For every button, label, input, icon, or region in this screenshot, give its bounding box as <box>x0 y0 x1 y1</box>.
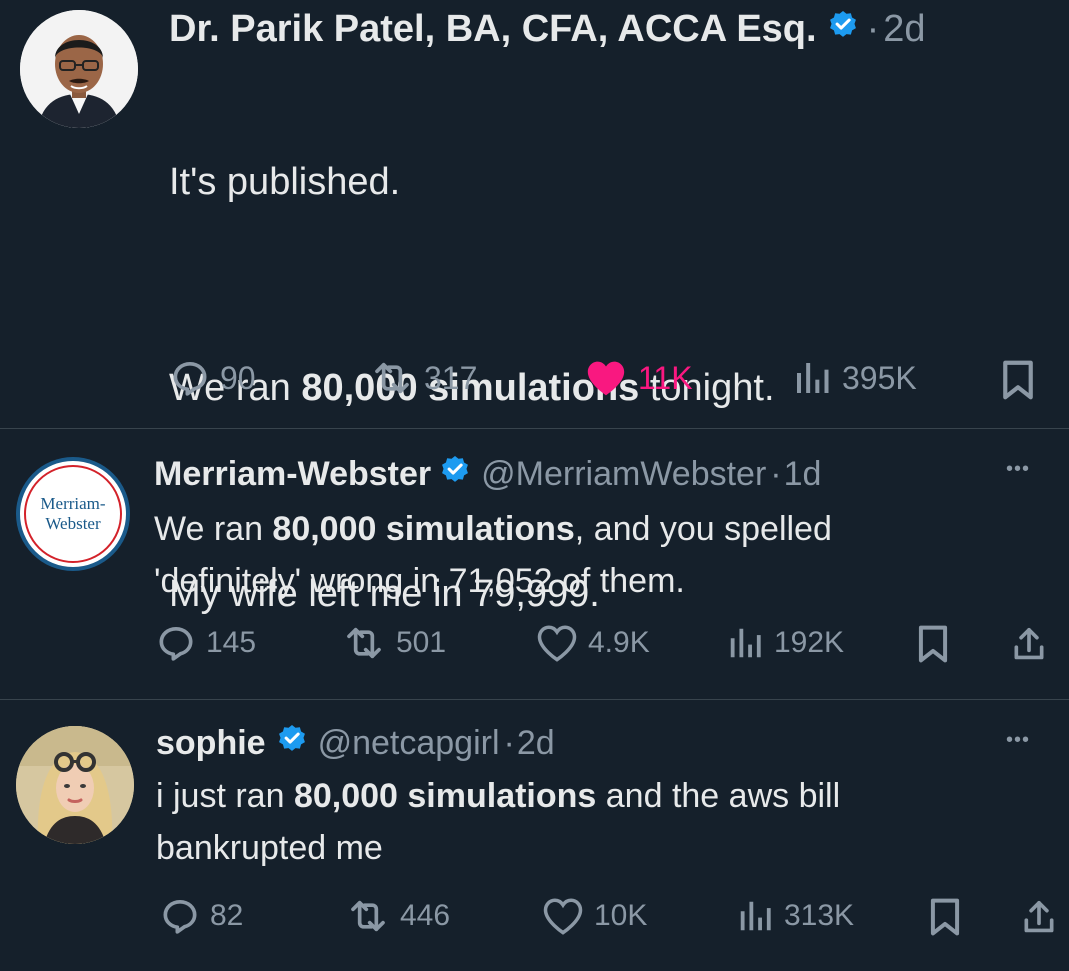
tweet-parik-patel[interactable]: Dr. Parik Patel, BA, CFA, ACCA Esq. · 2d… <box>0 0 1069 615</box>
verified-badge-icon <box>276 723 308 764</box>
repost-button[interactable]: 501 <box>342 623 446 663</box>
timestamp[interactable]: 2d <box>883 8 925 51</box>
views-icon <box>797 363 829 393</box>
like-button[interactable]: 10K <box>542 896 647 936</box>
share-icon <box>1014 627 1044 660</box>
like-button[interactable]: 11K <box>584 358 693 398</box>
tweet-text-line: It's published. <box>169 161 401 203</box>
like-icon <box>537 625 577 662</box>
share-button[interactable] <box>1010 623 1048 665</box>
tweet-sophie[interactable]: sophie @netcapgirl · 2d ••• i just ran 8… <box>0 700 1069 971</box>
separator: · <box>866 7 880 50</box>
tweet-actions: 82 446 10K 313K <box>0 888 1069 948</box>
views-icon <box>740 901 771 931</box>
like-icon <box>543 898 583 935</box>
bookmark-icon <box>1003 360 1033 400</box>
views-button[interactable]: 192K <box>726 623 844 663</box>
repost-count: 317 <box>424 359 478 396</box>
share-button[interactable] <box>1020 896 1058 938</box>
tweet-merriam-webster[interactable]: Merriam- Webster Merriam-Webster @Merria… <box>0 429 1069 699</box>
verified-badge-icon <box>827 8 859 51</box>
reply-count: 145 <box>206 626 257 659</box>
author-name[interactable]: Dr. Parik Patel, BA, CFA, ACCA Esq. <box>169 8 817 51</box>
repost-count: 446 <box>400 899 451 932</box>
repost-button[interactable]: 446 <box>346 896 450 936</box>
reply-icon <box>159 627 193 661</box>
like-count: 4.9K <box>588 626 650 659</box>
avatar-parik-patel[interactable] <box>20 10 138 128</box>
repost-button[interactable]: 317 <box>370 358 477 398</box>
bookmark-button[interactable] <box>998 358 1038 402</box>
tweet-text: i just ran 80,000 simulations and the aw… <box>156 777 841 867</box>
reply-count: 82 <box>210 899 244 932</box>
views-icon <box>730 628 761 658</box>
like-button[interactable]: 4.9K <box>536 623 650 663</box>
avatar-sophie[interactable] <box>16 726 134 844</box>
timestamp[interactable]: 2d <box>517 724 555 763</box>
author-name[interactable]: sophie <box>156 724 266 763</box>
verified-badge-icon <box>439 454 471 495</box>
avatar-logo-text: Merriam- Webster <box>20 494 126 534</box>
reply-button[interactable]: 90 <box>170 358 256 398</box>
tweet-text: We ran 80,000 simulations, and you spell… <box>154 510 832 600</box>
bookmark-button[interactable] <box>926 896 964 938</box>
more-options-button[interactable]: ••• <box>1006 730 1030 750</box>
avatar-merriam-webster[interactable]: Merriam- Webster <box>16 457 130 571</box>
author-name[interactable]: Merriam-Webster <box>154 455 431 494</box>
share-icon <box>1024 900 1054 933</box>
separator: · <box>503 723 515 762</box>
reply-button[interactable]: 82 <box>160 896 243 936</box>
avatar-portrait-icon <box>20 10 138 128</box>
author-handle[interactable]: @netcapgirl <box>318 724 500 763</box>
reply-icon <box>163 900 197 934</box>
bookmark-icon <box>930 898 960 936</box>
views-button[interactable]: 313K <box>736 896 854 936</box>
repost-icon <box>375 362 409 394</box>
repost-icon <box>347 627 381 659</box>
avatar-logo-line: Merriam- <box>40 494 106 513</box>
avatar-logo-line: Webster <box>45 514 101 533</box>
like-count: 11K <box>638 359 693 396</box>
tweet-actions: 90 317 11K 395K <box>0 350 1069 410</box>
repost-count: 501 <box>396 626 447 659</box>
tweet-actions: 145 501 4.9K 192K <box>0 615 1069 675</box>
reply-count: 90 <box>220 359 256 396</box>
like-count: 10K <box>594 899 648 932</box>
tweet-header: sophie @netcapgirl · 2d <box>156 720 555 766</box>
avatar-portrait-icon <box>16 726 134 844</box>
avatar-logo: Merriam- Webster <box>20 461 126 567</box>
tweet-header: Merriam-Webster @MerriamWebster · 1d <box>154 451 821 497</box>
views-button[interactable]: 395K <box>792 358 917 398</box>
bookmark-button[interactable] <box>914 623 952 665</box>
author-handle[interactable]: @MerriamWebster <box>481 455 766 494</box>
views-count: 395K <box>842 359 917 396</box>
repost-icon <box>351 900 385 932</box>
reply-button[interactable]: 145 <box>156 623 256 663</box>
reply-icon <box>173 362 207 396</box>
more-options-button[interactable]: ••• <box>1006 459 1030 479</box>
tweet-header: Dr. Parik Patel, BA, CFA, ACCA Esq. · 2d <box>169 4 926 54</box>
like-icon <box>587 361 625 396</box>
views-count: 192K <box>774 626 845 659</box>
timestamp[interactable]: 1d <box>784 455 822 494</box>
bookmark-icon <box>918 625 948 663</box>
separator: · <box>770 454 782 493</box>
views-count: 313K <box>784 899 855 932</box>
